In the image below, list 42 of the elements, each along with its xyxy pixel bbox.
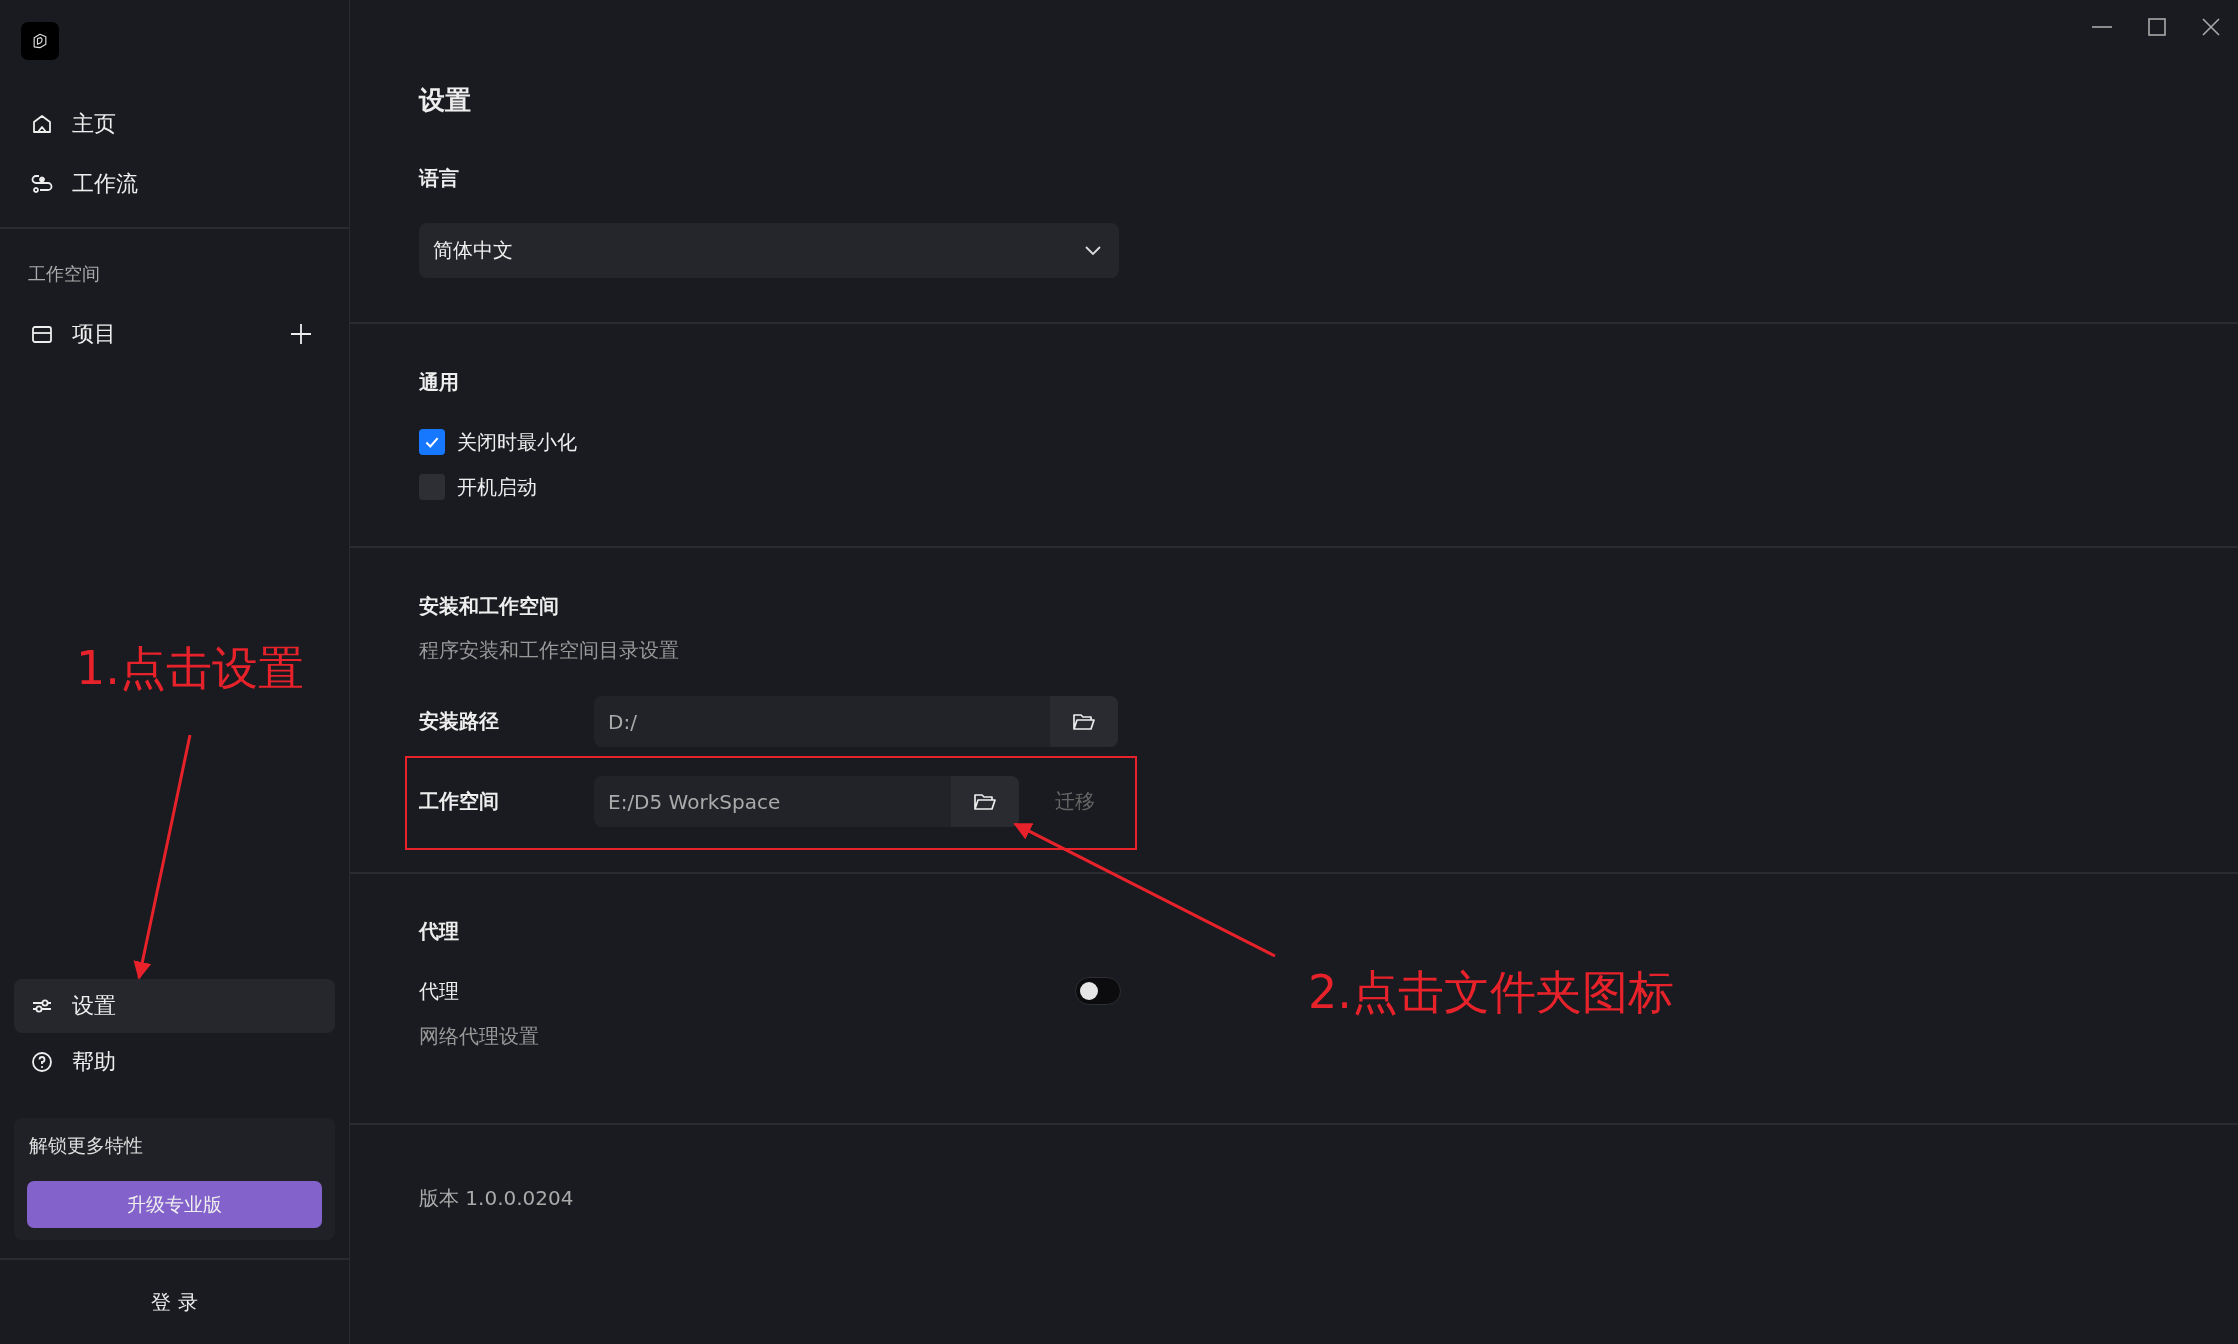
checkbox-label: 开机启动: [457, 473, 537, 501]
minimize-icon[interactable]: [2092, 25, 2112, 29]
section-heading: 通用: [419, 369, 460, 396]
path-field[interactable]: E:/D5 WorkSpace: [594, 776, 1019, 827]
annotation-text: 2.点击文件夹图标: [1308, 964, 1674, 1020]
setting-description: 网络代理设置: [419, 1023, 540, 1050]
workflow-icon: [30, 172, 54, 196]
section-heading: 语言: [419, 165, 460, 192]
field-label: 工作空间: [419, 788, 500, 815]
login-button[interactable]: 登 录: [143, 1284, 206, 1320]
chevron-down-icon: [1085, 245, 1101, 256]
checkbox-label: 关闭时最小化: [457, 428, 577, 456]
path-field[interactable]: D:/: [594, 696, 1118, 747]
nav-item[interactable]: 帮助: [14, 1035, 335, 1089]
folder-button[interactable]: [951, 776, 1019, 827]
checkbox[interactable]: [419, 429, 445, 455]
help-icon: [30, 1050, 54, 1074]
nav-item[interactable]: 主页: [0, 94, 349, 154]
home-icon: [30, 112, 54, 136]
language-dropdown[interactable]: 简体中文: [419, 223, 1119, 278]
page-title: 设置: [419, 84, 472, 117]
annotation-text: 1.点击设置: [76, 640, 304, 696]
folder-icon: [1072, 711, 1096, 732]
proxy-toggle[interactable]: [1075, 977, 1121, 1005]
section-heading: 代理: [419, 918, 460, 945]
project-item[interactable]: 项目: [72, 319, 271, 349]
version-text: 版本 1.0.0.0204: [419, 1185, 575, 1212]
add-icon[interactable]: [289, 322, 313, 346]
upgrade-button[interactable]: 升级专业版: [27, 1181, 322, 1228]
nav-item[interactable]: 设置: [14, 979, 335, 1033]
section-heading: 安装和工作空间: [419, 593, 560, 620]
close-icon[interactable]: [2202, 18, 2220, 36]
maximize-icon[interactable]: [2148, 18, 2166, 36]
folder-icon: [973, 791, 997, 812]
section-description: 程序安装和工作空间目录设置: [419, 637, 680, 664]
card-text: 解锁更多特性: [28, 1133, 144, 1158]
field-label: 安装路径: [419, 708, 500, 735]
setting-label: 代理: [419, 977, 459, 1005]
nav-item[interactable]: 工作流: [0, 154, 349, 214]
folder-button[interactable]: [1050, 696, 1118, 747]
section-label: 工作空间: [27, 262, 101, 286]
app-logo-icon: [21, 22, 59, 60]
